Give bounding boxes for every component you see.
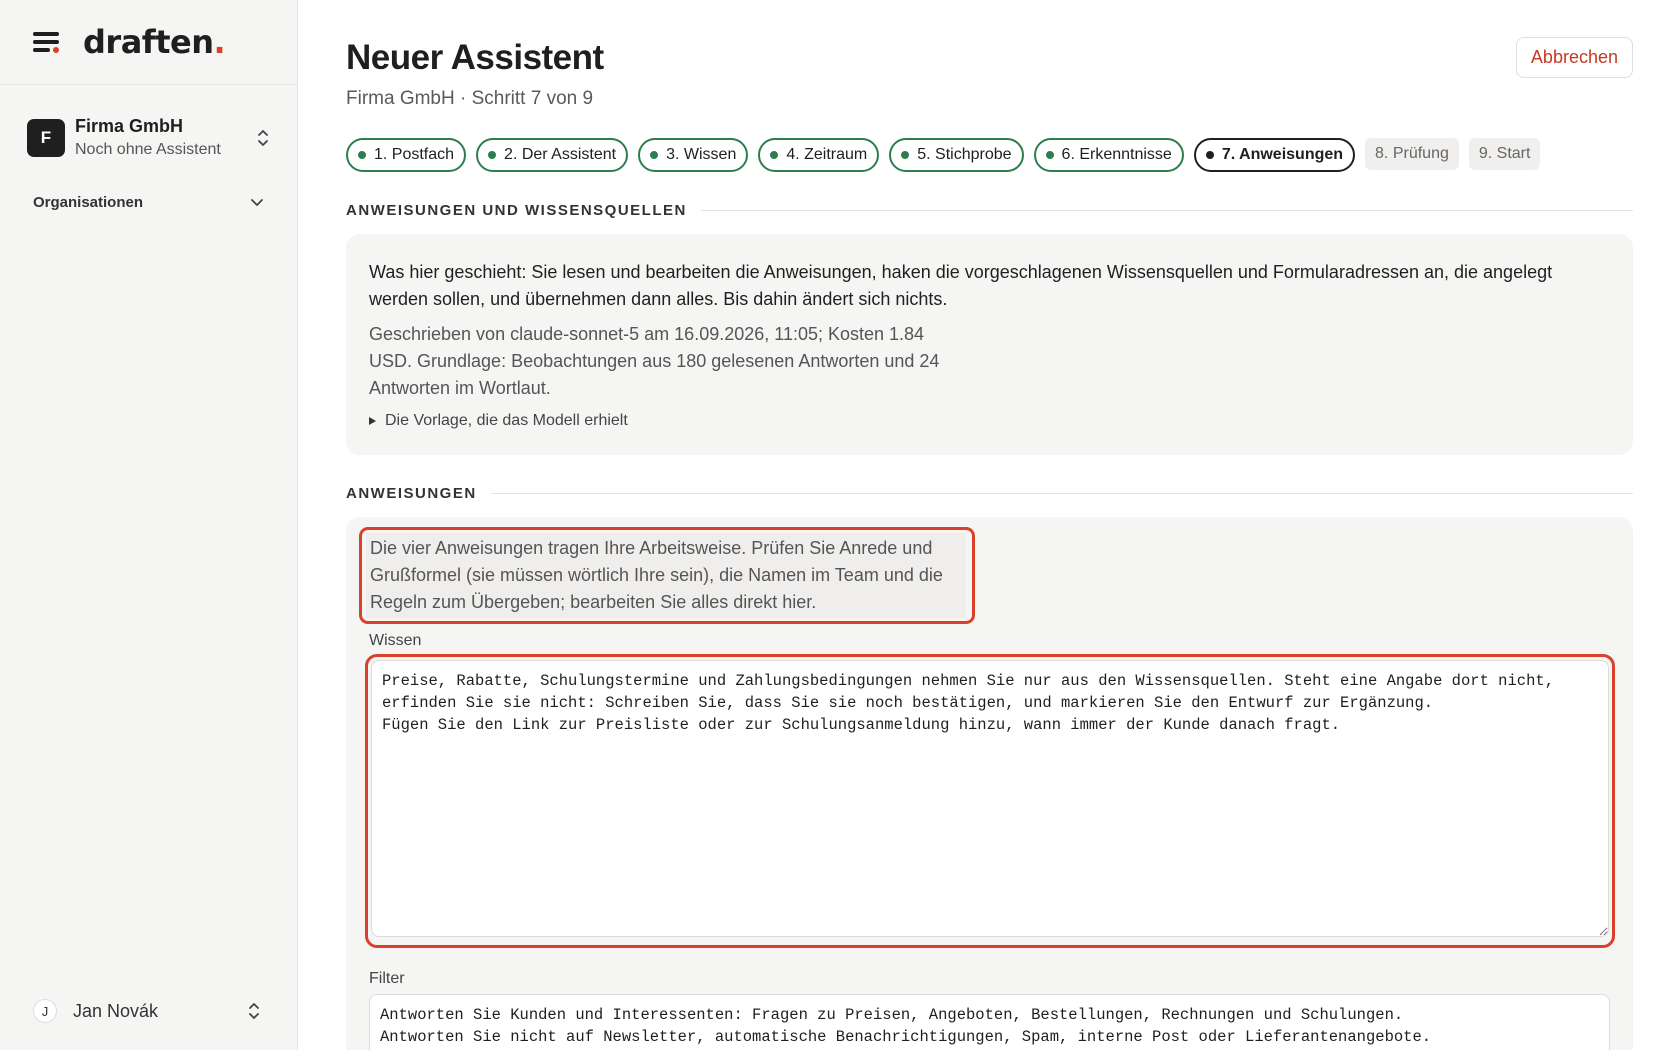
user-name: Jan Novák xyxy=(73,1000,159,1021)
filter-textarea[interactable] xyxy=(369,994,1610,1050)
filter-label: Filter xyxy=(369,970,405,987)
org-avatar: F xyxy=(27,119,65,157)
step-pruefung: 8. Prüfung xyxy=(1365,138,1459,170)
knowledge-label: Wissen xyxy=(369,632,422,649)
org-switcher[interactable]: F Firma GmbH Noch ohne Assistent xyxy=(0,85,297,161)
step-done-dot xyxy=(901,151,910,159)
knowledge-textarea[interactable] xyxy=(371,660,1609,937)
user-avatar: J xyxy=(33,999,57,1023)
page-subtitle: Firma GmbH · Schritt 7 von 9 xyxy=(346,88,594,109)
org-name: Firma GmbH xyxy=(75,116,184,136)
step-anweisungen[interactable]: 7. Anweisungen xyxy=(1193,138,1356,172)
logo[interactable]: draften. xyxy=(83,23,226,61)
cancel-button[interactable]: Abbrechen xyxy=(1515,37,1633,78)
step-zeitraum[interactable]: 4. Zeitraum xyxy=(758,138,880,172)
step-done-dot xyxy=(488,151,497,159)
step-start: 9. Start xyxy=(1468,138,1541,170)
info-card: Was hier geschieht: Sie lesen und bearbe… xyxy=(346,234,1633,455)
step-done-dot xyxy=(770,151,779,159)
sidebar: draften. F Firma GmbH Noch ohne Assisten… xyxy=(0,0,298,1050)
nav-group-label: Organisationen xyxy=(33,194,144,211)
step-done-dot xyxy=(650,151,659,159)
step-erkenntnisse[interactable]: 6. Erkenntnisse xyxy=(1033,138,1184,172)
menu-icon[interactable] xyxy=(33,31,61,53)
step-done-dot xyxy=(358,151,366,159)
brand-bar: draften. xyxy=(0,0,297,85)
step-stichprobe[interactable]: 5. Stichprobe xyxy=(889,138,1024,172)
step-wissen[interactable]: 3. Wissen xyxy=(638,138,749,172)
nav-group-organisationen[interactable]: Organisationen xyxy=(0,194,297,211)
template-disclosure[interactable]: Die Vorlage, die das Modell erhielt xyxy=(369,412,1610,430)
instructions-card: Die vier Anweisungen tragen Ihre Arbeits… xyxy=(346,517,1633,1050)
step-progress: 1. Postfach 2. Der Assistent 3. Wissen 4… xyxy=(346,138,1633,172)
step-done-dot xyxy=(1045,151,1054,159)
step-postfach[interactable]: 1. Postfach xyxy=(346,138,467,172)
chevron-down-icon xyxy=(250,194,264,211)
section-heading-instructions: ANWEISUNGEN xyxy=(346,485,1633,502)
step-current-dot xyxy=(1205,151,1214,159)
generation-meta: Geschrieben von claude-sonnet-5 am 16.09… xyxy=(369,324,940,398)
chevron-up-down-icon xyxy=(247,1000,261,1022)
user-menu[interactable]: J Jan Novák xyxy=(33,999,261,1023)
section-heading-sources: ANWEISUNGEN UND WISSENSQUELLEN xyxy=(346,202,1633,219)
step-assistent[interactable]: 2. Der Assistent xyxy=(476,138,629,172)
org-subtitle: Noch ohne Assistent xyxy=(75,141,221,158)
page-title: Neuer Assistent xyxy=(346,38,604,77)
main-content: Neuer Assistent Firma GmbH · Schritt 7 v… xyxy=(346,0,1633,1050)
knowledge-highlight xyxy=(365,654,1615,948)
chevron-up-down-icon xyxy=(256,127,270,149)
disclosure-triangle-icon xyxy=(369,417,376,425)
instructions-hint: Die vier Anweisungen tragen Ihre Arbeits… xyxy=(366,533,966,618)
hint-highlight: Die vier Anweisungen tragen Ihre Arbeits… xyxy=(359,527,975,624)
info-lead: Was hier geschieht: Sie lesen und bearbe… xyxy=(369,262,1553,309)
